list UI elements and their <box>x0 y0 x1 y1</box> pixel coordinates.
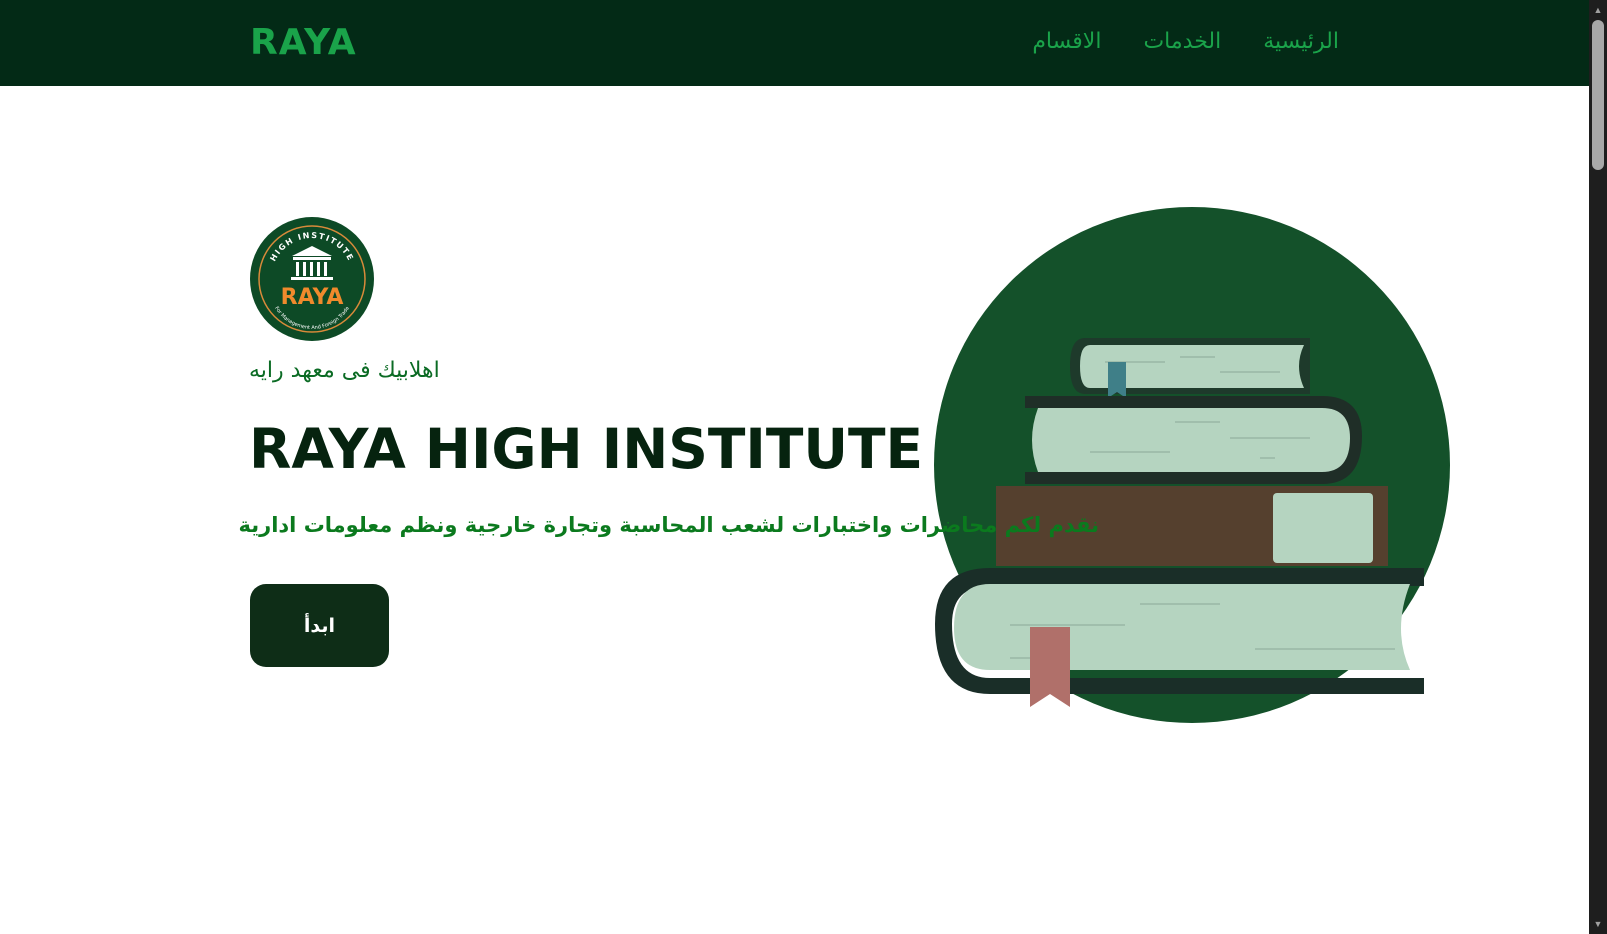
book-second <box>1025 396 1362 484</box>
start-button[interactable]: ابدأ <box>250 584 389 667</box>
book-top <box>1070 338 1310 398</box>
nav-link-sections[interactable]: الاقسام <box>1032 26 1101 58</box>
nav-link-services[interactable]: الخدمات <box>1143 26 1221 58</box>
nav-links: الاقسام الخدمات الرئيسية <box>1032 26 1339 58</box>
navbar: RAYA الاقسام الخدمات الرئيسية <box>0 0 1589 86</box>
vertical-scrollbar[interactable]: ▲ ▼ <box>1589 0 1607 934</box>
hero-title: RAYA HIGH INSTITUTE <box>249 417 924 481</box>
logo-wordmark: RAYA <box>281 285 344 310</box>
hero-description: نقدم لكم محاضرات واختبارات لشعب المحاسبة… <box>238 513 1100 537</box>
institute-logo: HIGH INSTITUTE RAYA For Management And F… <box>250 217 374 341</box>
brand-logo[interactable]: RAYA <box>250 20 357 66</box>
bookmark-red <box>1030 627 1070 707</box>
page-viewport: RAYA الاقسام الخدمات الرئيسية HIGH INSTI… <box>0 0 1589 934</box>
scroll-up-icon[interactable]: ▲ <box>1589 2 1607 18</box>
book-bottom <box>935 568 1424 707</box>
scroll-down-icon[interactable]: ▼ <box>1589 916 1607 932</box>
nav-link-home[interactable]: الرئيسية <box>1263 26 1339 58</box>
welcome-text: اهلابيك فى معهد رايه <box>249 358 440 383</box>
books-illustration <box>934 207 1450 723</box>
scrollbar-thumb[interactable] <box>1592 20 1604 170</box>
